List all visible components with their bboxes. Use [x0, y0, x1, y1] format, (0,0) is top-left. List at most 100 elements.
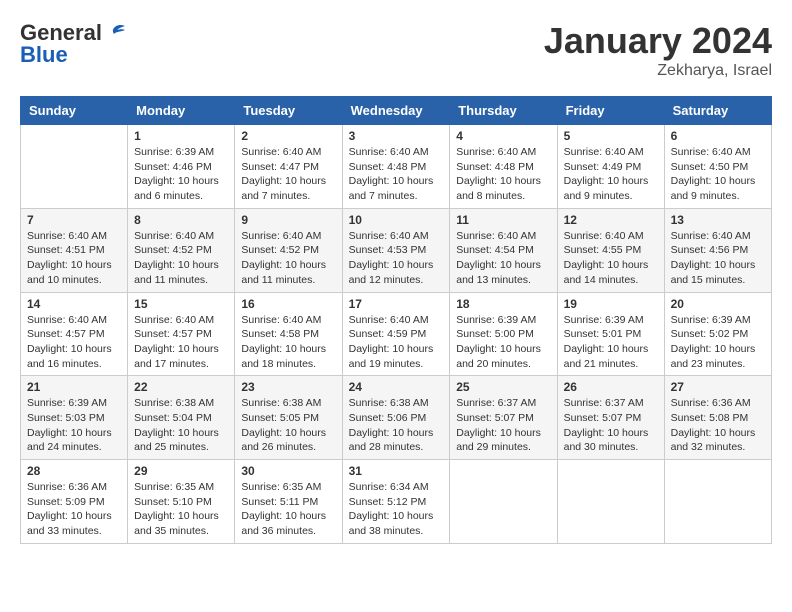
calendar-week-row: 1 Sunrise: 6:39 AM Sunset: 4:46 PM Daylig… [21, 125, 772, 209]
day-number: 1 [134, 129, 228, 143]
calendar-week-row: 21 Sunrise: 6:39 AM Sunset: 5:03 PM Dayli… [21, 376, 772, 460]
day-info: Sunrise: 6:40 AM Sunset: 4:52 PM Dayligh… [134, 229, 228, 288]
day-info: Sunrise: 6:40 AM Sunset: 4:55 PM Dayligh… [564, 229, 658, 288]
day-info: Sunrise: 6:36 AM Sunset: 5:09 PM Dayligh… [27, 480, 121, 539]
calendar-cell: 10 Sunrise: 6:40 AM Sunset: 4:53 PM Dayli… [342, 208, 450, 292]
calendar-cell: 11 Sunrise: 6:40 AM Sunset: 4:54 PM Dayli… [450, 208, 557, 292]
calendar-cell: 14 Sunrise: 6:40 AM Sunset: 4:57 PM Dayli… [21, 292, 128, 376]
calendar-header-row: Sunday Monday Tuesday Wednesday Thursday… [21, 97, 772, 125]
calendar-cell: 17 Sunrise: 6:40 AM Sunset: 4:59 PM Dayli… [342, 292, 450, 376]
day-number: 13 [671, 213, 765, 227]
calendar-cell: 2 Sunrise: 6:40 AM Sunset: 4:47 PM Daylig… [235, 125, 342, 209]
calendar-cell: 20 Sunrise: 6:39 AM Sunset: 5:02 PM Dayli… [664, 292, 771, 376]
calendar-cell: 8 Sunrise: 6:40 AM Sunset: 4:52 PM Daylig… [128, 208, 235, 292]
day-number: 28 [27, 464, 121, 478]
header-tuesday: Tuesday [235, 97, 342, 125]
header-saturday: Saturday [664, 97, 771, 125]
calendar-cell: 12 Sunrise: 6:40 AM Sunset: 4:55 PM Dayli… [557, 208, 664, 292]
calendar-cell [450, 460, 557, 544]
day-info: Sunrise: 6:40 AM Sunset: 4:51 PM Dayligh… [27, 229, 121, 288]
header-sunday: Sunday [21, 97, 128, 125]
day-number: 31 [349, 464, 444, 478]
day-info: Sunrise: 6:40 AM Sunset: 4:50 PM Dayligh… [671, 145, 765, 204]
day-number: 8 [134, 213, 228, 227]
day-info: Sunrise: 6:39 AM Sunset: 5:03 PM Dayligh… [27, 396, 121, 455]
calendar-week-row: 28 Sunrise: 6:36 AM Sunset: 5:09 PM Dayli… [21, 460, 772, 544]
day-number: 9 [241, 213, 335, 227]
day-info: Sunrise: 6:40 AM Sunset: 4:54 PM Dayligh… [456, 229, 550, 288]
day-number: 12 [564, 213, 658, 227]
day-info: Sunrise: 6:37 AM Sunset: 5:07 PM Dayligh… [564, 396, 658, 455]
day-number: 17 [349, 297, 444, 311]
day-number: 5 [564, 129, 658, 143]
day-number: 2 [241, 129, 335, 143]
calendar-cell: 26 Sunrise: 6:37 AM Sunset: 5:07 PM Dayli… [557, 376, 664, 460]
day-number: 29 [134, 464, 228, 478]
calendar-cell: 18 Sunrise: 6:39 AM Sunset: 5:00 PM Dayli… [450, 292, 557, 376]
calendar-cell: 6 Sunrise: 6:40 AM Sunset: 4:50 PM Daylig… [664, 125, 771, 209]
calendar-week-row: 7Sunrise: 6:40 AM Sunset: 4:51 PM Daylig… [21, 208, 772, 292]
calendar-cell: 23Sunrise: 6:38 AM Sunset: 5:05 PM Dayli… [235, 376, 342, 460]
calendar-cell: 24 Sunrise: 6:38 AM Sunset: 5:06 PM Dayli… [342, 376, 450, 460]
day-number: 18 [456, 297, 550, 311]
day-info: Sunrise: 6:39 AM Sunset: 5:02 PM Dayligh… [671, 313, 765, 372]
day-number: 27 [671, 380, 765, 394]
location-text: Zekharya, Israel [544, 62, 772, 80]
day-number: 25 [456, 380, 550, 394]
calendar-cell: 3Sunrise: 6:40 AM Sunset: 4:48 PM Daylig… [342, 125, 450, 209]
day-info: Sunrise: 6:34 AM Sunset: 5:12 PM Dayligh… [349, 480, 444, 539]
day-info: Sunrise: 6:39 AM Sunset: 5:01 PM Dayligh… [564, 313, 658, 372]
calendar-cell: 4 Sunrise: 6:40 AM Sunset: 4:48 PM Daylig… [450, 125, 557, 209]
day-number: 19 [564, 297, 658, 311]
logo-bird-icon [103, 24, 125, 42]
calendar-cell: 29 Sunrise: 6:35 AM Sunset: 5:10 PM Dayli… [128, 460, 235, 544]
calendar-table: Sunday Monday Tuesday Wednesday Thursday… [20, 96, 772, 544]
day-number: 14 [27, 297, 121, 311]
day-info: Sunrise: 6:40 AM Sunset: 4:49 PM Dayligh… [564, 145, 658, 204]
calendar-cell: 22 Sunrise: 6:38 AM Sunset: 5:04 PM Dayli… [128, 376, 235, 460]
logo-blue-text: Blue [20, 42, 68, 68]
day-info: Sunrise: 6:37 AM Sunset: 5:07 PM Dayligh… [456, 396, 550, 455]
day-info: Sunrise: 6:38 AM Sunset: 5:06 PM Dayligh… [349, 396, 444, 455]
day-info: Sunrise: 6:40 AM Sunset: 4:52 PM Dayligh… [241, 229, 335, 288]
day-number: 24 [349, 380, 444, 394]
calendar-cell: 28 Sunrise: 6:36 AM Sunset: 5:09 PM Dayli… [21, 460, 128, 544]
calendar-cell [21, 125, 128, 209]
calendar-cell: 1 Sunrise: 6:39 AM Sunset: 4:46 PM Daylig… [128, 125, 235, 209]
day-info: Sunrise: 6:40 AM Sunset: 4:57 PM Dayligh… [27, 313, 121, 372]
day-info: Sunrise: 6:38 AM Sunset: 5:04 PM Dayligh… [134, 396, 228, 455]
day-number: 11 [456, 213, 550, 227]
calendar-cell: 25 Sunrise: 6:37 AM Sunset: 5:07 PM Dayli… [450, 376, 557, 460]
day-number: 21 [27, 380, 121, 394]
calendar-cell: 15Sunrise: 6:40 AM Sunset: 4:57 PM Dayli… [128, 292, 235, 376]
header-wednesday: Wednesday [342, 97, 450, 125]
day-number: 23 [241, 380, 335, 394]
day-info: Sunrise: 6:40 AM Sunset: 4:58 PM Dayligh… [241, 313, 335, 372]
day-info: Sunrise: 6:36 AM Sunset: 5:08 PM Dayligh… [671, 396, 765, 455]
logo: General Blue [20, 20, 125, 68]
day-info: Sunrise: 6:39 AM Sunset: 5:00 PM Dayligh… [456, 313, 550, 372]
day-number: 4 [456, 129, 550, 143]
header-monday: Monday [128, 97, 235, 125]
day-number: 6 [671, 129, 765, 143]
calendar-cell: 21 Sunrise: 6:39 AM Sunset: 5:03 PM Dayli… [21, 376, 128, 460]
calendar-cell: 27 Sunrise: 6:36 AM Sunset: 5:08 PM Dayli… [664, 376, 771, 460]
day-info: Sunrise: 6:40 AM Sunset: 4:59 PM Dayligh… [349, 313, 444, 372]
day-info: Sunrise: 6:40 AM Sunset: 4:57 PM Dayligh… [134, 313, 228, 372]
calendar-cell [664, 460, 771, 544]
calendar-cell: 16Sunrise: 6:40 AM Sunset: 4:58 PM Dayli… [235, 292, 342, 376]
calendar-cell: 13Sunrise: 6:40 AM Sunset: 4:56 PM Dayli… [664, 208, 771, 292]
day-number: 26 [564, 380, 658, 394]
day-info: Sunrise: 6:40 AM Sunset: 4:47 PM Dayligh… [241, 145, 335, 204]
day-info: Sunrise: 6:39 AM Sunset: 4:46 PM Dayligh… [134, 145, 228, 204]
calendar-week-row: 14 Sunrise: 6:40 AM Sunset: 4:57 PM Dayli… [21, 292, 772, 376]
day-number: 20 [671, 297, 765, 311]
day-number: 22 [134, 380, 228, 394]
day-number: 3 [349, 129, 444, 143]
day-number: 30 [241, 464, 335, 478]
day-info: Sunrise: 6:40 AM Sunset: 4:53 PM Dayligh… [349, 229, 444, 288]
day-info: Sunrise: 6:35 AM Sunset: 5:10 PM Dayligh… [134, 480, 228, 539]
day-number: 10 [349, 213, 444, 227]
day-info: Sunrise: 6:40 AM Sunset: 4:48 PM Dayligh… [456, 145, 550, 204]
calendar-cell [557, 460, 664, 544]
